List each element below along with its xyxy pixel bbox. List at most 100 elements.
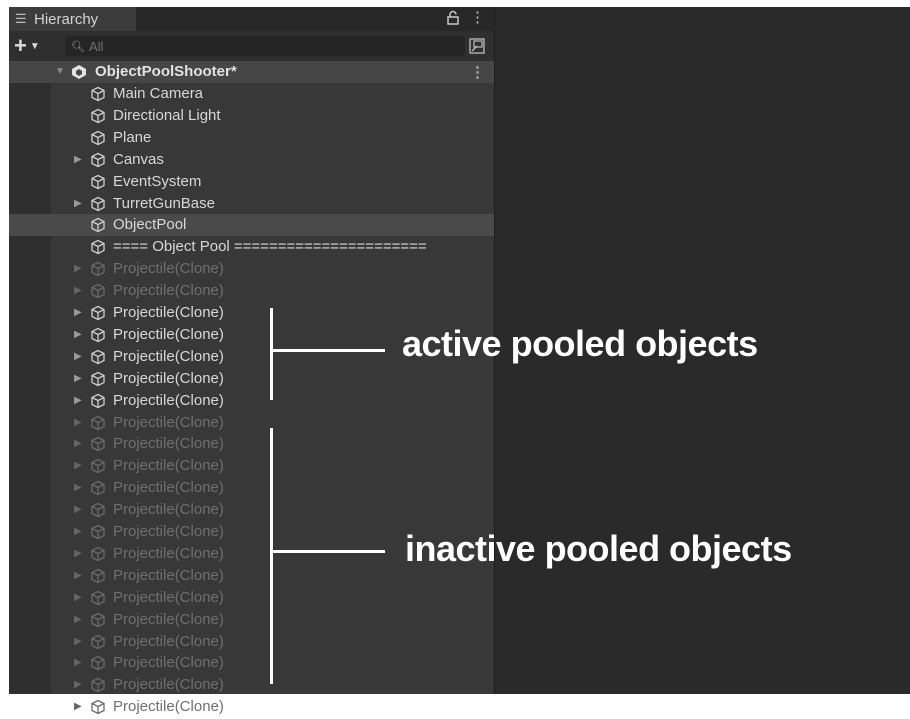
scene-filter-icon[interactable] — [468, 37, 486, 55]
tab-label: Hierarchy — [34, 10, 99, 28]
fold-arrow-icon[interactable]: ▶ — [74, 699, 84, 715]
fold-arrow-icon[interactable]: ▶ — [74, 458, 84, 474]
hierarchy-row[interactable]: Directional Light — [9, 105, 494, 127]
lock-icon[interactable] — [446, 10, 460, 26]
hierarchy-row[interactable]: EventSystem — [9, 171, 494, 193]
fold-arrow-icon[interactable]: ▶ — [74, 261, 84, 277]
row-label: Projectile(Clone) — [113, 676, 224, 694]
row-label: EventSystem — [113, 172, 202, 190]
fold-arrow-icon[interactable]: ▶ — [74, 436, 84, 452]
search-input[interactable] — [85, 38, 453, 54]
editor-frame: ☰ Hierarchy ⋮ + ▼ 🔍︎ All ▼ ObjectPoolSho… — [9, 7, 910, 715]
fold-arrow-icon[interactable]: ▶ — [74, 612, 84, 628]
row-label: Projectile(Clone) — [113, 610, 224, 628]
row-label: Projectile(Clone) — [113, 347, 224, 365]
hierarchy-row[interactable]: ▶ Projectile(Clone) — [9, 631, 494, 653]
row-label: Projectile(Clone) — [113, 544, 224, 562]
row-label: Projectile(Clone) — [113, 501, 224, 519]
gameobject-cube-icon — [90, 634, 106, 650]
hierarchy-row[interactable]: ▶ Canvas — [9, 149, 494, 171]
gameobject-cube-icon — [90, 130, 106, 146]
row-label: Projectile(Clone) — [113, 413, 224, 431]
search-box[interactable]: 🔍︎ — [65, 36, 465, 56]
gameobject-cube-icon — [90, 174, 106, 190]
fold-arrow-icon[interactable]: ▼ — [55, 64, 65, 80]
fold-arrow-icon[interactable]: ▶ — [74, 152, 84, 168]
gameobject-cube-icon — [90, 655, 106, 671]
gameobject-cube-icon — [90, 699, 106, 715]
row-label: Projectile(Clone) — [113, 632, 224, 650]
fold-arrow-icon[interactable]: ▶ — [74, 546, 84, 562]
dropdown-caret-icon: ▼ — [29, 40, 40, 52]
hierarchy-row[interactable]: ▶ Projectile(Clone) — [9, 412, 494, 434]
fold-arrow-icon[interactable]: ▶ — [74, 283, 84, 299]
inactive-bracket-vertical — [270, 428, 273, 684]
hierarchy-row[interactable]: ▶ Projectile(Clone) — [9, 587, 494, 609]
row-label: Directional Light — [113, 106, 221, 124]
inactive-bracket-horizontal — [273, 550, 385, 553]
row-label: Projectile(Clone) — [113, 369, 224, 387]
hierarchy-list-icon: ☰ — [15, 11, 27, 26]
hierarchy-row[interactable]: ▶ Projectile(Clone) — [9, 368, 494, 390]
hierarchy-row[interactable]: ▶ Projectile(Clone) — [9, 609, 494, 631]
hierarchy-row[interactable]: ▶ Projectile(Clone) — [9, 433, 494, 455]
gameobject-cube-icon — [90, 152, 106, 168]
hierarchy-row[interactable]: ==== Object Pool ====================== — [9, 236, 494, 258]
kebab-menu-icon[interactable]: ⋮ — [470, 63, 485, 81]
hierarchy-row[interactable]: ▶ Projectile(Clone) — [9, 477, 494, 499]
row-label: Projectile(Clone) — [113, 588, 224, 606]
fold-arrow-icon[interactable]: ▶ — [74, 415, 84, 431]
fold-arrow-icon[interactable]: ▶ — [74, 393, 84, 409]
gameobject-cube-icon — [90, 261, 106, 277]
row-label: Projectile(Clone) — [113, 304, 224, 321]
hierarchy-row[interactable]: ▶ Projectile(Clone) — [9, 280, 494, 302]
fold-arrow-icon[interactable]: ▶ — [74, 590, 84, 606]
gameobject-cube-icon — [90, 677, 106, 693]
gameobject-cube-icon — [90, 590, 106, 606]
gameobject-cube-icon — [90, 546, 106, 562]
gameobject-cube-icon — [90, 436, 106, 452]
hierarchy-row[interactable]: ▶ Projectile(Clone) — [9, 455, 494, 477]
hierarchy-row[interactable]: ▶ Projectile(Clone) — [9, 390, 494, 412]
fold-arrow-icon[interactable]: ▶ — [74, 305, 84, 321]
gameobject-cube-icon — [90, 502, 106, 518]
fold-arrow-icon[interactable]: ▶ — [74, 655, 84, 671]
gameobject-cube-icon — [90, 458, 106, 474]
annotation-inactive: inactive pooled objects — [405, 528, 792, 569]
gameobject-cube-icon — [90, 86, 106, 102]
fold-arrow-icon[interactable]: ▶ — [74, 677, 84, 693]
hierarchy-row[interactable]: Main Camera — [9, 83, 494, 105]
create-button[interactable]: + ▼ — [14, 35, 54, 57]
gameobject-cube-icon — [90, 415, 106, 431]
tab-hierarchy[interactable]: ☰ Hierarchy — [9, 7, 136, 31]
fold-arrow-icon[interactable]: ▶ — [74, 568, 84, 584]
hierarchy-row[interactable]: ▶ Projectile(Clone) — [9, 499, 494, 521]
fold-arrow-icon[interactable]: ▶ — [74, 502, 84, 518]
fold-arrow-icon[interactable]: ▶ — [74, 480, 84, 496]
tab-bar: ☰ Hierarchy ⋮ — [9, 7, 494, 31]
kebab-menu-icon[interactable]: ⋮ — [470, 9, 485, 27]
fold-arrow-icon[interactable]: ▶ — [74, 196, 84, 212]
hierarchy-row[interactable]: ObjectPool — [9, 214, 494, 237]
scene-row[interactable]: ▼ ObjectPoolShooter* ⋮ — [9, 61, 494, 83]
hierarchy-row[interactable]: ▶ Projectile(Clone) — [9, 696, 494, 718]
hierarchy-row[interactable]: ▶ Projectile(Clone) — [9, 674, 494, 696]
hierarchy-row[interactable]: ▶ Projectile(Clone) — [9, 302, 494, 324]
fold-arrow-icon[interactable]: ▶ — [74, 371, 84, 387]
hierarchy-row[interactable]: Plane — [9, 127, 494, 149]
hierarchy-row[interactable]: ▶ TurretGunBase — [9, 193, 494, 215]
fold-arrow-icon[interactable]: ▶ — [74, 349, 84, 365]
fold-arrow-icon[interactable]: ▶ — [74, 524, 84, 540]
row-label: Projectile(Clone) — [113, 282, 224, 300]
gameobject-cube-icon — [90, 305, 106, 321]
row-label: Projectile(Clone) — [113, 479, 224, 497]
fold-arrow-icon[interactable]: ▶ — [74, 327, 84, 343]
row-label: Projectile(Clone) — [113, 654, 224, 672]
hierarchy-row[interactable]: ▶ Projectile(Clone) — [9, 258, 494, 280]
row-label: Projectile(Clone) — [113, 698, 224, 716]
gameobject-cube-icon — [90, 283, 106, 299]
row-label: Main Camera — [113, 85, 204, 102]
fold-arrow-icon[interactable]: ▶ — [74, 634, 84, 650]
row-label: ==== Object Pool ====================== — [113, 238, 427, 256]
hierarchy-row[interactable]: ▶ Projectile(Clone) — [9, 652, 494, 674]
